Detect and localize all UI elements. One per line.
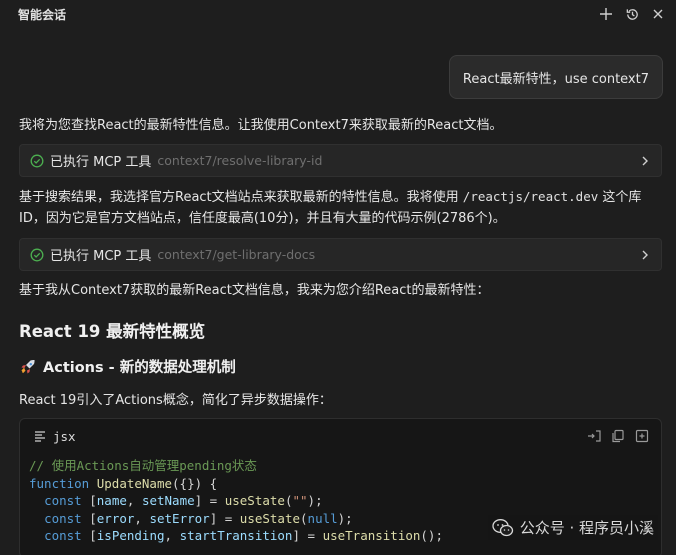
- code-token: function: [29, 475, 90, 491]
- plus-icon[interactable]: [598, 6, 614, 22]
- check-circle-icon: [30, 154, 44, 168]
- code-token: name: [96, 493, 127, 508]
- reasoning-text: 基于搜索结果，我选择官方React文档站点来获取最新的特性信息。我将使用: [19, 190, 463, 205]
- code-token: isPending: [96, 528, 165, 543]
- code-line-4: const [error, setError] = useState(null)…: [44, 510, 353, 526]
- close-icon[interactable]: [650, 6, 666, 22]
- tool-status: 已执行 MCP 工具: [50, 249, 152, 264]
- code-language: jsx: [53, 428, 76, 444]
- insert-icon[interactable]: [587, 429, 601, 443]
- chat-title: 智能会话: [18, 7, 67, 22]
- reasoning-text-end: 这个库: [598, 190, 642, 205]
- summary-intro-text: 基于我从Context7获取的最新React文档信息，我来为您介绍React的最…: [19, 283, 490, 298]
- code-token: ({}) {: [172, 475, 218, 491]
- chevron-right-icon[interactable]: [639, 155, 651, 167]
- code-token: useTransition: [322, 528, 421, 543]
- subheading-text: Actions - 新的数据处理机制: [43, 360, 236, 376]
- reasoning-line-2: ID，因为它是官方文档站点，信任度最高(10分)，并且有大量的代码示例(2786…: [19, 211, 506, 226]
- code-token: const: [44, 510, 82, 526]
- code-token: null: [307, 510, 338, 526]
- code-token: setError: [149, 510, 210, 526]
- user-message-bubble: React最新特性，use context7: [448, 55, 663, 99]
- wechat-icon: [492, 518, 514, 538]
- watermark-text: 公众号 · 程序员小溪: [519, 519, 654, 537]
- header-actions: [598, 6, 666, 22]
- tool-name: context7/resolve-library-id: [157, 153, 323, 168]
- check-circle-icon: [30, 248, 44, 262]
- assistant-intro-text: 我将为您查找React的最新特性信息。让我使用Context7来获取最新的Rea…: [19, 118, 503, 133]
- library-id-code: /reactjs/react.dev: [462, 189, 599, 204]
- watermark: 公众号 · 程序员小溪: [487, 515, 658, 540]
- code-token: "": [292, 493, 308, 508]
- file-code-icon: [34, 430, 46, 442]
- chat-header: 智能会话: [0, 0, 676, 28]
- code-token: useState: [239, 510, 301, 526]
- chevron-right-icon[interactable]: [639, 249, 651, 261]
- tool-name: context7/get-library-docs: [157, 247, 316, 262]
- code-token: const: [44, 528, 82, 543]
- code-token: startTransition: [179, 528, 293, 543]
- code-line-2: function UpdateName({}) {: [29, 476, 217, 491]
- code-token: const: [44, 493, 82, 508]
- code-token: UpdateName: [96, 475, 173, 491]
- reasoning-line-1: 基于搜索结果，我选择官方React文档站点来获取最新的特性信息。我将使用 /re…: [19, 186, 669, 209]
- content-heading: React 19 最新特性概览: [19, 322, 206, 341]
- tool-status: 已执行 MCP 工具: [50, 155, 152, 170]
- code-line-3: const [name, setName] = useState("");: [44, 493, 323, 508]
- code-block-tools: [587, 429, 649, 443]
- code-line-5: const [isPending, startTransition] = use…: [44, 528, 443, 543]
- code-token: useState: [224, 493, 285, 508]
- rocket-icon: [19, 358, 37, 376]
- mcp-tool-call-resolve[interactable]: 已执行 MCP 工具 context7/resolve-library-id: [19, 144, 662, 177]
- mcp-tool-call-get-docs[interactable]: 已执行 MCP 工具 context7/get-library-docs: [19, 238, 662, 271]
- code-block-header: jsx: [20, 419, 661, 453]
- code-line-1: // 使用Actions自动管理pending状态: [29, 458, 257, 473]
- history-icon[interactable]: [624, 6, 640, 22]
- add-file-icon[interactable]: [635, 429, 649, 443]
- content-description: React 19引入了Actions概念，简化了异步数据操作：: [19, 393, 332, 408]
- user-message-text: React最新特性，use context7: [462, 71, 649, 87]
- code-token: setName: [141, 493, 195, 508]
- content-subheading: Actions - 新的数据处理机制: [19, 356, 236, 377]
- code-token: error: [96, 510, 135, 526]
- copy-icon[interactable]: [611, 429, 625, 443]
